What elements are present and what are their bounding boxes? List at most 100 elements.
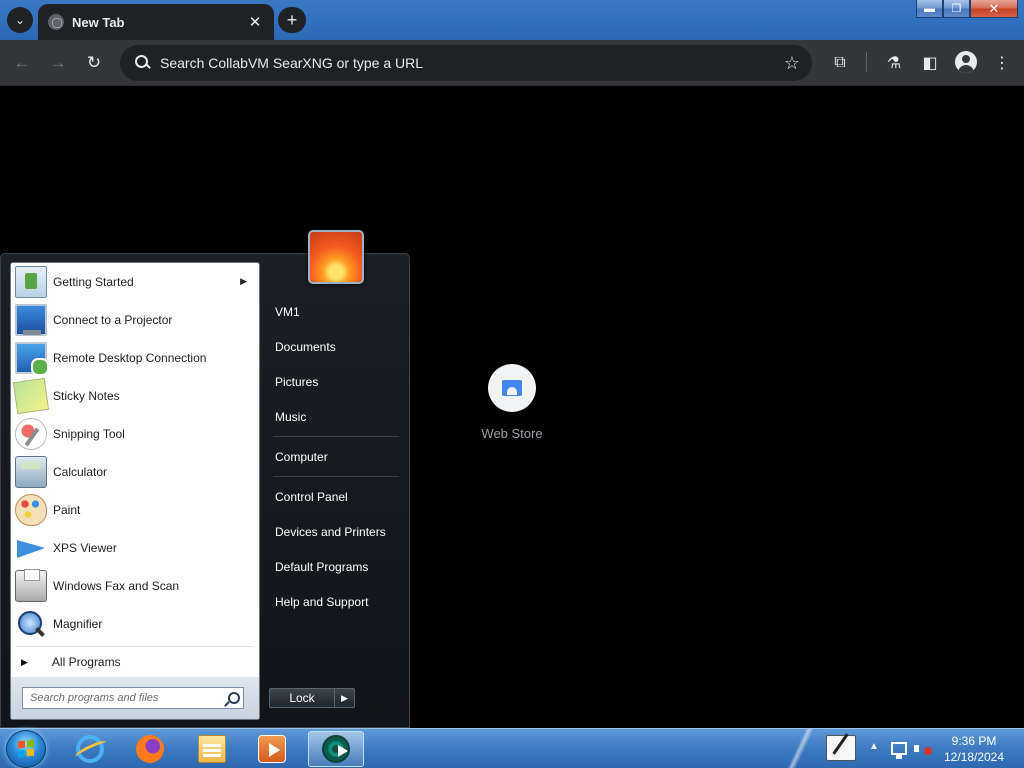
program-snipping-tool[interactable]: Snipping Tool	[11, 415, 259, 453]
tab-close-icon[interactable]: ✕	[246, 13, 264, 31]
address-bar[interactable]: Search CollabVM SearXNG or type a URL ☆	[120, 45, 812, 81]
show-hidden-icons-icon[interactable]: ▲	[869, 741, 879, 752]
start-menu-right-pane: VM1 Documents Pictures Music Computer Co…	[265, 294, 405, 619]
right-item-pictures[interactable]: Pictures	[265, 364, 405, 399]
start-menu: Getting Started ▶ Connect to a Projector…	[0, 230, 410, 728]
taskbar-chrome[interactable]	[308, 731, 364, 767]
right-item-devices-printers[interactable]: Devices and Printers	[265, 514, 405, 549]
magnifier-icon	[15, 608, 47, 640]
taskbar-gloss	[786, 729, 816, 768]
search-icon	[130, 51, 154, 75]
snipping-tool-icon	[15, 418, 47, 450]
remote-desktop-icon	[15, 342, 49, 376]
bookmark-star-icon[interactable]: ☆	[784, 53, 800, 74]
program-label: Paint	[53, 503, 81, 517]
reload-icon: ↻	[86, 53, 102, 72]
taskbar-firefox[interactable]	[122, 731, 178, 767]
lock-button-group: Lock ▶	[269, 688, 357, 708]
taskbar-media-player[interactable]	[244, 731, 300, 767]
browser-toolbar: ← → ↻ Search CollabVM SearXNG or type a …	[0, 40, 1024, 86]
restore-button[interactable]: ❐	[943, 0, 970, 18]
arrow-left-icon: ←	[13, 53, 31, 72]
all-programs-label: All Programs	[51, 655, 121, 669]
shutdown-options-arrow-icon[interactable]: ▶	[335, 688, 355, 708]
program-remote-desktop[interactable]: Remote Desktop Connection	[11, 339, 259, 377]
programs-divider	[16, 646, 254, 647]
labs-flask-icon[interactable]: ⚗	[882, 51, 906, 75]
start-search-input[interactable]	[22, 687, 244, 709]
media-player-icon	[258, 735, 286, 763]
shortcut-web-store[interactable]: Web Store	[472, 364, 552, 441]
user-account-picture[interactable]	[308, 230, 364, 284]
tab-title: New Tab	[72, 14, 125, 30]
program-label: Snipping Tool	[53, 427, 125, 441]
all-programs-arrow-icon: ▶	[21, 656, 28, 667]
side-panel-icon[interactable]: ◧	[918, 51, 942, 75]
taskbar-internet-explorer[interactable]	[62, 731, 118, 767]
browser-titlebar: ⌄ New Tab ✕ + ▬ ❐ ✕	[0, 0, 1024, 40]
clock-time: 9:36 PM	[951, 734, 997, 748]
program-connect-to-projector[interactable]: Connect to a Projector	[11, 301, 259, 339]
program-sticky-notes[interactable]: Sticky Notes	[11, 377, 259, 415]
profile-avatar-icon[interactable]	[955, 51, 977, 73]
program-fax-and-scan[interactable]: Windows Fax and Scan	[11, 567, 259, 605]
volume-muted-icon[interactable]	[914, 741, 932, 757]
taskbar: ▲ 9:36 PM 12/18/2024	[0, 728, 1024, 768]
globe-icon	[48, 14, 64, 30]
program-label: Sticky Notes	[53, 389, 120, 403]
program-xps-viewer[interactable]: XPS Viewer	[11, 529, 259, 567]
getting-started-icon	[15, 266, 47, 298]
right-item-music[interactable]: Music	[265, 399, 405, 434]
right-item-default-programs[interactable]: Default Programs	[265, 549, 405, 584]
shortcut-label: Web Store	[481, 426, 543, 441]
right-item-vm1[interactable]: VM1	[265, 294, 405, 329]
program-label: XPS Viewer	[53, 541, 117, 555]
internet-explorer-icon	[76, 735, 104, 763]
program-magnifier[interactable]: Magnifier	[11, 605, 259, 643]
firefox-icon	[136, 735, 164, 763]
calculator-icon	[15, 456, 47, 488]
right-pane-divider	[273, 436, 399, 437]
extensions-icon[interactable]: ⧉	[828, 51, 852, 75]
folder-icon	[198, 735, 226, 763]
reload-button[interactable]: ↻	[82, 51, 106, 75]
pinned-program-list: Getting Started ▶ Connect to a Projector…	[11, 263, 259, 643]
minimize-button[interactable]: ▬	[916, 0, 943, 18]
tab-new-tab[interactable]: New Tab ✕	[38, 4, 274, 40]
xps-viewer-icon	[15, 532, 47, 564]
forward-button[interactable]: →	[46, 51, 70, 75]
program-calculator[interactable]: Calculator	[11, 453, 259, 491]
all-programs-button[interactable]: ▶ All Programs	[11, 650, 259, 674]
right-item-control-panel[interactable]: Control Panel	[265, 479, 405, 514]
lock-button[interactable]: Lock	[269, 688, 335, 708]
program-label: Calculator	[53, 465, 108, 479]
projector-icon	[15, 304, 47, 336]
right-item-help-support[interactable]: Help and Support	[265, 584, 405, 619]
close-window-button[interactable]: ✕	[970, 0, 1018, 18]
new-tab-button[interactable]: +	[278, 7, 306, 33]
arrow-right-icon: →	[49, 53, 67, 72]
right-pane-divider	[273, 476, 399, 477]
start-button[interactable]	[6, 730, 46, 768]
toolbar-separator	[866, 52, 867, 72]
taskbar-windows-explorer[interactable]	[184, 731, 240, 767]
right-item-computer[interactable]: Computer	[265, 439, 405, 474]
program-label: Magnifier	[53, 617, 103, 631]
tab-search-button[interactable]: ⌄	[7, 7, 33, 33]
back-button[interactable]: ←	[10, 51, 34, 75]
window-controls: ▬ ❐ ✕	[916, 0, 1018, 18]
system-clock[interactable]: 9:36 PM 12/18/2024	[936, 733, 1012, 765]
program-label: Connect to a Projector	[53, 313, 173, 327]
program-paint[interactable]: Paint	[11, 491, 259, 529]
program-label: Getting Started	[53, 275, 134, 289]
pen-input-icon[interactable]	[826, 735, 856, 761]
start-search-area	[11, 677, 259, 719]
clock-date: 12/18/2024	[943, 750, 1005, 764]
paint-icon	[15, 494, 47, 526]
network-icon[interactable]	[891, 742, 907, 759]
search-icon[interactable]	[224, 692, 240, 706]
kebab-menu-icon[interactable]: ⋮	[990, 51, 1014, 75]
submenu-arrow-icon: ▶	[240, 276, 247, 286]
program-getting-started[interactable]: Getting Started ▶	[11, 263, 259, 301]
right-item-documents[interactable]: Documents	[265, 329, 405, 364]
